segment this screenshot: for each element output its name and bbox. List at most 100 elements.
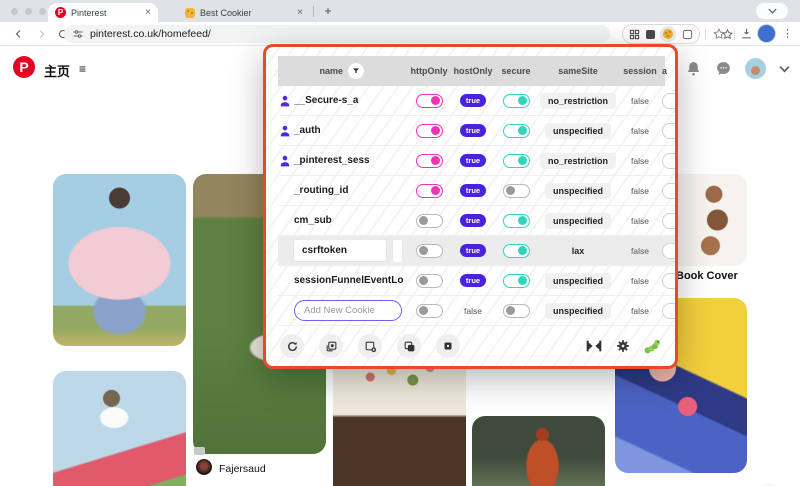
httponly-toggle[interactable]	[415, 243, 443, 258]
extensions-pill	[622, 24, 700, 44]
pin-woman-orange[interactable]	[472, 416, 605, 486]
copy-icon[interactable]	[397, 334, 421, 358]
cookie-value-input-clipped[interactable]	[393, 239, 402, 262]
cookie-extension-icon[interactable]	[660, 26, 677, 42]
fit-window-icon[interactable]	[586, 340, 602, 352]
cookie-name[interactable]: _routing_id	[294, 185, 348, 196]
httponly-toggle[interactable]	[415, 303, 443, 318]
secure-toggle[interactable]	[502, 273, 530, 288]
col-samesite: sameSite	[558, 66, 598, 76]
clipped-action-button[interactable]	[662, 212, 675, 229]
httponly-toggle[interactable]	[415, 213, 443, 228]
dark-extension-icon[interactable]	[645, 29, 655, 39]
hostonly-value: false	[464, 305, 482, 316]
notifications-bell-icon[interactable]	[685, 60, 702, 77]
secure-toggle[interactable]	[502, 303, 530, 318]
clipped-action-button[interactable]	[662, 152, 675, 169]
clipped-action-button[interactable]	[662, 182, 675, 199]
delete-icon[interactable]	[436, 334, 460, 358]
cookie-row[interactable]: _pinterest_sess true no_restriction fals…	[278, 146, 675, 176]
address-bar[interactable]: pinterest.co.uk/homefeed/	[64, 25, 610, 43]
chevron-down-icon[interactable]	[779, 65, 790, 73]
httponly-toggle[interactable]	[415, 273, 443, 288]
secure-toggle[interactable]	[502, 213, 530, 228]
export-cookie-icon[interactable]	[358, 334, 382, 358]
pin-flower-girl[interactable]	[53, 174, 186, 346]
hostonly-value: true	[460, 184, 486, 197]
close-tab-icon[interactable]: ×	[297, 7, 303, 18]
profile-avatar[interactable]	[757, 24, 776, 43]
cookie-name[interactable]: cm_sub	[294, 215, 332, 226]
cookie-row[interactable]: csrftoken true lax false	[278, 236, 675, 266]
clipped-action-button[interactable]	[662, 92, 675, 109]
labs-star-icon[interactable]	[712, 27, 726, 41]
cookie-name[interactable]: _pinterest_sess	[294, 155, 370, 166]
samesite-value[interactable]: lax	[564, 243, 593, 259]
back-icon[interactable]	[10, 25, 27, 42]
clipped-action-button[interactable]	[662, 272, 675, 289]
secure-toggle[interactable]	[502, 153, 530, 168]
samesite-value[interactable]: unspecified	[544, 122, 611, 139]
url-text[interactable]: pinterest.co.uk/homefeed/	[90, 28, 211, 40]
clipped-action-button[interactable]	[662, 302, 675, 319]
cookie-name[interactable]: __Secure-s_a	[294, 95, 359, 106]
cookie-name[interactable]: csrftoken	[294, 240, 386, 261]
cookie-name[interactable]: sessionFunnelEventLo	[294, 275, 403, 286]
samesite-value[interactable]: unspecified	[544, 272, 611, 289]
filter-funnel-icon[interactable]	[348, 63, 364, 79]
cookie-name[interactable]: _auth	[294, 125, 321, 136]
httponly-toggle[interactable]	[415, 153, 443, 168]
cookie-row[interactable]: false unspecified false	[278, 296, 675, 326]
secure-toggle[interactable]	[502, 183, 530, 198]
pin-watermelon-girl[interactable]	[53, 371, 186, 486]
samesite-value[interactable]: unspecified	[544, 182, 611, 199]
home-nav-label[interactable]: 主页	[44, 61, 70, 80]
cookie-row[interactable]: _routing_id true unspecified false	[278, 176, 675, 206]
caterpillar-icon[interactable]	[644, 339, 661, 354]
cookie-row[interactable]: cm_sub true unspecified false	[278, 206, 675, 236]
browser-toolbar: pinterest.co.uk/homefeed/ ⋮	[0, 22, 800, 46]
httponly-toggle[interactable]	[415, 123, 443, 138]
user-avatar[interactable]	[745, 58, 766, 79]
tab-best-cookier[interactable]: Best Cookier ×	[178, 3, 310, 22]
forward-icon[interactable]	[32, 25, 49, 42]
httponly-toggle[interactable]	[415, 93, 443, 108]
outline-extension-icon[interactable]	[682, 29, 693, 40]
tab-strip: P Pinterest × Best Cookier × +	[0, 0, 800, 22]
grid-extension-icon[interactable]	[629, 29, 640, 40]
hamburger-menu-icon[interactable]: ≡	[79, 62, 87, 76]
cookie-row[interactable]: _auth true unspecified false	[278, 116, 675, 146]
samesite-value[interactable]: unspecified	[544, 212, 611, 229]
clipped-action-button[interactable]	[662, 122, 675, 139]
messages-icon[interactable]	[715, 60, 732, 77]
download-icon[interactable]	[740, 27, 753, 40]
col-extra-clipped: a	[662, 66, 668, 76]
pin-author-name[interactable]: Fajersaud	[219, 463, 266, 475]
tab-pinterest[interactable]: P Pinterest ×	[48, 3, 158, 22]
secure-toggle[interactable]	[502, 93, 530, 108]
secure-toggle[interactable]	[502, 123, 530, 138]
pin-author-avatar[interactable]	[196, 459, 212, 475]
toolbar-divider	[705, 29, 706, 40]
secure-toggle[interactable]	[502, 243, 530, 258]
new-tab-button[interactable]: +	[320, 3, 336, 19]
cookie-row[interactable]: sessionFunnelEventLo true unspecified fa…	[278, 266, 675, 296]
settings-icon[interactable]	[616, 339, 630, 353]
site-settings-tune-icon[interactable]	[72, 28, 84, 40]
samesite-value[interactable]: unspecified	[544, 302, 611, 319]
samesite-value[interactable]: no_restriction	[539, 92, 616, 109]
hostonly-value: true	[460, 124, 486, 137]
add-cookie-name-input[interactable]	[294, 300, 402, 321]
pinterest-logo[interactable]: P	[13, 56, 35, 78]
window-controls[interactable]	[11, 8, 46, 15]
pin-caption[interactable]: Book Cover	[676, 270, 738, 282]
samesite-value[interactable]: no_restriction	[539, 152, 616, 169]
kebab-menu-icon[interactable]: ⋮	[779, 25, 796, 42]
httponly-toggle[interactable]	[415, 183, 443, 198]
tab-search-chevron[interactable]	[756, 3, 788, 19]
close-tab-icon[interactable]: ×	[145, 7, 151, 18]
import-cookie-icon[interactable]	[319, 334, 343, 358]
clipped-action-button[interactable]	[662, 242, 675, 259]
cookie-row[interactable]: __Secure-s_a true no_restriction false	[278, 86, 675, 116]
refresh-icon[interactable]	[280, 334, 304, 358]
